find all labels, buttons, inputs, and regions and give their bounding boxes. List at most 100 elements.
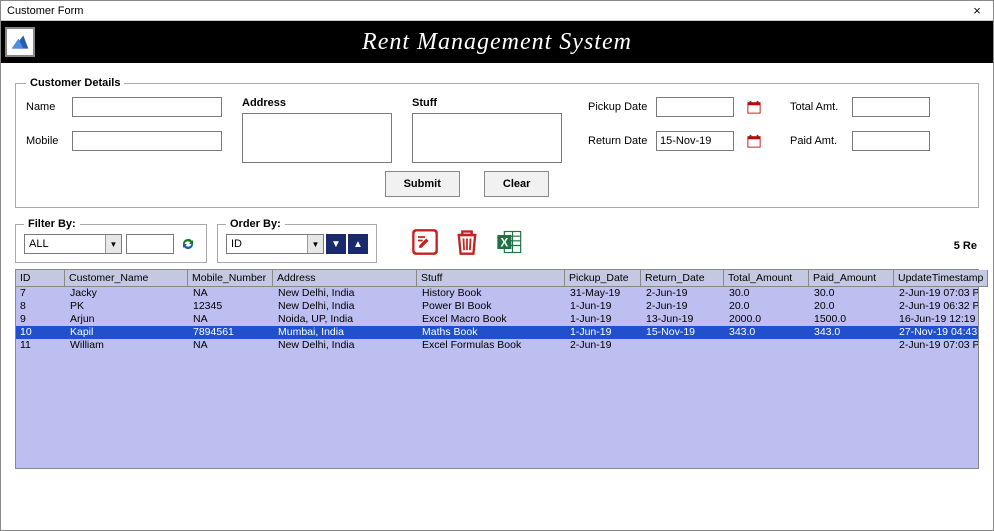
cell: 7 bbox=[16, 287, 66, 300]
cell: 1-Jun-19 bbox=[566, 300, 642, 313]
cell: 9 bbox=[16, 313, 66, 326]
cell: History Book bbox=[418, 287, 566, 300]
cell: 30.0 bbox=[810, 287, 895, 300]
stuff-field[interactable] bbox=[412, 113, 562, 163]
order-legend: Order By: bbox=[226, 218, 285, 230]
cell: 2-Jun-19 06:32 PM bbox=[895, 300, 979, 313]
sort-desc-icon[interactable]: ▼ bbox=[326, 234, 346, 254]
col-header[interactable]: Mobile_Number bbox=[188, 270, 273, 287]
calendar-icon[interactable] bbox=[744, 131, 764, 151]
cell: 2-Jun-19 07:03 PM bbox=[895, 339, 979, 352]
cell: Power BI Book bbox=[418, 300, 566, 313]
data-grid: IDCustomer_NameMobile_NumberAddressStuff… bbox=[15, 269, 979, 469]
order-combo[interactable]: ID ▼ bbox=[226, 234, 324, 254]
filter-group: Filter By: ALL ▼ bbox=[15, 218, 207, 263]
excel-icon[interactable]: X bbox=[495, 228, 523, 256]
table-row[interactable]: 11WilliamNANew Delhi, IndiaExcel Formula… bbox=[16, 339, 978, 352]
titlebar: Customer Form × bbox=[1, 1, 993, 21]
chevron-down-icon: ▼ bbox=[307, 235, 323, 253]
cell: NA bbox=[189, 339, 274, 352]
calendar-icon[interactable] bbox=[744, 97, 764, 117]
app-title: Rent Management System bbox=[45, 29, 989, 56]
grid-body[interactable]: 7JackyNANew Delhi, IndiaHistory Book31-M… bbox=[15, 287, 979, 469]
col-header[interactable]: Customer_Name bbox=[65, 270, 188, 287]
table-row[interactable]: 8PK12345New Delhi, IndiaPower BI Book1-J… bbox=[16, 300, 978, 313]
filter-text-field[interactable] bbox=[126, 234, 174, 254]
return-label: Return Date bbox=[588, 135, 650, 147]
address-field[interactable] bbox=[242, 113, 392, 163]
paid-field[interactable] bbox=[852, 131, 930, 151]
banner: Rent Management System bbox=[1, 21, 993, 63]
window: Customer Form × Rent Management System C… bbox=[0, 0, 994, 531]
filter-combo[interactable]: ALL ▼ bbox=[24, 234, 122, 254]
cell: 31-May-19 bbox=[566, 287, 642, 300]
cell: 12345 bbox=[189, 300, 274, 313]
cell: 16-Jun-19 12:19 PM bbox=[895, 313, 979, 326]
col-header[interactable]: UpdateTimestamp bbox=[894, 270, 988, 287]
total-field[interactable] bbox=[852, 97, 930, 117]
chevron-down-icon: ▼ bbox=[105, 235, 121, 253]
address-label: Address bbox=[242, 97, 392, 109]
pickup-field[interactable] bbox=[656, 97, 734, 117]
cell: 1-Jun-19 bbox=[566, 313, 642, 326]
content: Customer Details Name Mobile Address bbox=[1, 63, 993, 469]
cell: Excel Macro Book bbox=[418, 313, 566, 326]
cell: 10 bbox=[16, 326, 66, 339]
name-field[interactable] bbox=[72, 97, 222, 117]
col-header[interactable]: Stuff bbox=[417, 270, 565, 287]
cell: 20.0 bbox=[725, 300, 810, 313]
table-row[interactable]: 10Kapil7894561Mumbai, IndiaMaths Book1-J… bbox=[16, 326, 978, 339]
name-label: Name bbox=[26, 101, 66, 113]
cell: 15-Nov-19 bbox=[642, 326, 725, 339]
filter-selected: ALL bbox=[25, 238, 105, 250]
edit-icon[interactable] bbox=[411, 228, 439, 256]
clear-button[interactable]: Clear bbox=[484, 171, 550, 197]
col-header[interactable]: Address bbox=[273, 270, 417, 287]
submit-button[interactable]: Submit bbox=[385, 171, 460, 197]
grid-header: IDCustomer_NameMobile_NumberAddressStuff… bbox=[15, 270, 979, 287]
cell: 2-Jun-19 07:03 PM bbox=[895, 287, 979, 300]
cell: 2000.0 bbox=[725, 313, 810, 326]
table-row[interactable]: 7JackyNANew Delhi, IndiaHistory Book31-M… bbox=[16, 287, 978, 300]
cell: William bbox=[66, 339, 189, 352]
refresh-icon[interactable] bbox=[178, 234, 198, 254]
svg-text:X: X bbox=[500, 237, 508, 250]
return-field[interactable] bbox=[656, 131, 734, 151]
sort-asc-icon[interactable]: ▲ bbox=[348, 234, 368, 254]
col-header[interactable]: Return_Date bbox=[641, 270, 724, 287]
cell: 11 bbox=[16, 339, 66, 352]
cell: Excel Formulas Book bbox=[418, 339, 566, 352]
cell: Arjun bbox=[66, 313, 189, 326]
close-icon[interactable]: × bbox=[967, 3, 987, 18]
cell: 2-Jun-19 bbox=[566, 339, 642, 352]
table-row[interactable]: 9ArjunNANoida, UP, IndiaExcel Macro Book… bbox=[16, 313, 978, 326]
cell: NA bbox=[189, 313, 274, 326]
cell: 7894561 bbox=[189, 326, 274, 339]
col-header[interactable]: ID bbox=[15, 270, 65, 287]
filter-legend: Filter By: bbox=[24, 218, 80, 230]
cell: 1-Jun-19 bbox=[566, 326, 642, 339]
col-header[interactable]: Total_Amount bbox=[724, 270, 809, 287]
cell: 1500.0 bbox=[810, 313, 895, 326]
customer-details-group: Customer Details Name Mobile Address bbox=[15, 77, 979, 208]
mobile-field[interactable] bbox=[72, 131, 222, 151]
cell: 343.0 bbox=[725, 326, 810, 339]
cell: 13-Jun-19 bbox=[642, 313, 725, 326]
col-header[interactable]: Paid_Amount bbox=[809, 270, 894, 287]
cell: 343.0 bbox=[810, 326, 895, 339]
cell: New Delhi, India bbox=[274, 287, 418, 300]
details-legend: Customer Details bbox=[26, 77, 124, 89]
cell: Maths Book bbox=[418, 326, 566, 339]
col-header[interactable]: Pickup_Date bbox=[565, 270, 641, 287]
cell: 8 bbox=[16, 300, 66, 313]
record-count: 5 Re bbox=[954, 240, 979, 252]
paid-label: Paid Amt. bbox=[790, 135, 846, 147]
cell: New Delhi, India bbox=[274, 300, 418, 313]
cell: 2-Jun-19 bbox=[642, 287, 725, 300]
cell: 20.0 bbox=[810, 300, 895, 313]
app-logo-icon bbox=[5, 27, 35, 57]
trash-icon[interactable] bbox=[453, 228, 481, 256]
total-label: Total Amt. bbox=[790, 101, 846, 113]
cell bbox=[725, 339, 810, 352]
order-group: Order By: ID ▼ ▼ ▲ bbox=[217, 218, 377, 263]
